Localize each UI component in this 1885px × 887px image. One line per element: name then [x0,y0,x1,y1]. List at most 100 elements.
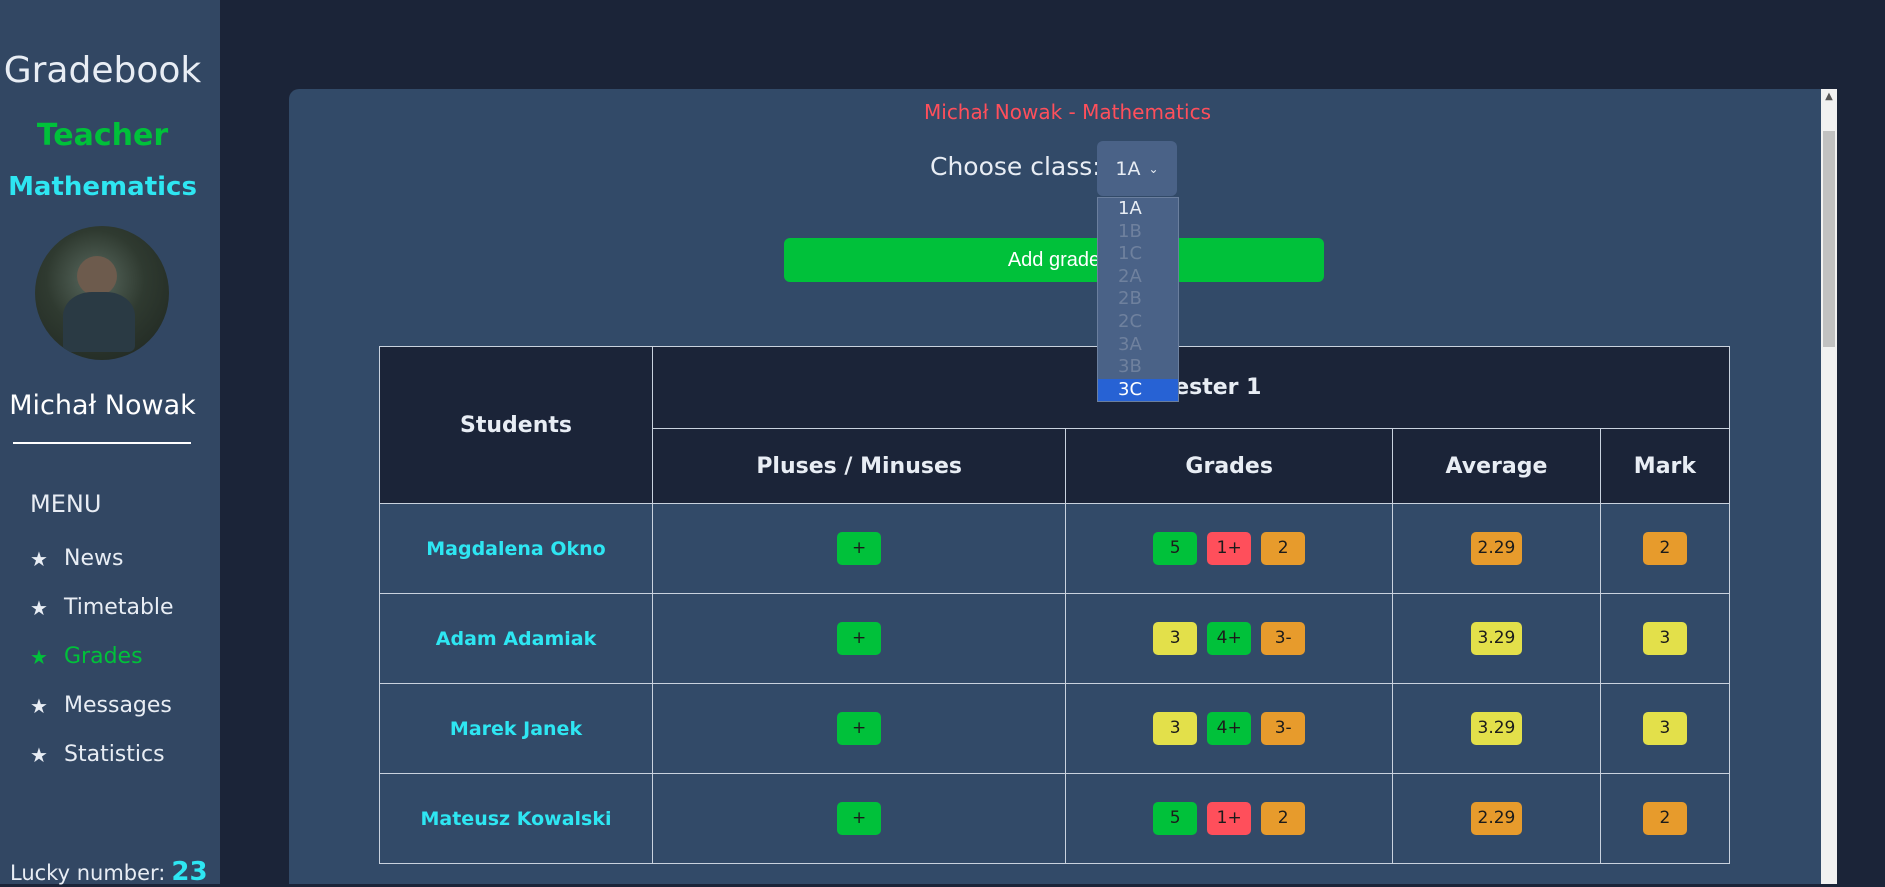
avatar-body [63,292,135,352]
sidebar-item-messages[interactable]: ★ Messages [30,681,174,730]
avatar [35,226,169,360]
add-grade-button[interactable]: Add grade [784,238,1324,282]
student-name[interactable]: Mateusz Kowalski [379,773,653,864]
page-header: Michał Nowak - Mathematics [924,100,1211,124]
plus-badge[interactable]: + [837,802,882,835]
column-header-average: Average [1392,428,1601,504]
grade-badge[interactable]: 4+ [1207,622,1252,655]
average-badge: 3.29 [1470,622,1523,655]
grades-cell: 3 4+ 3- [1065,593,1394,684]
sidebar: Gradebook Teacher Mathematics Michał Now… [0,0,220,887]
user-role: Teacher [36,118,169,153]
mark-badge[interactable]: 3 [1642,712,1687,745]
grade-badge[interactable]: 1+ [1207,532,1252,565]
grade-badge[interactable]: 3- [1261,622,1306,655]
mark-cell: 2 [1599,503,1731,594]
divider [13,442,191,444]
sidebar-item-news[interactable]: ★ News [30,534,174,583]
plus-badge[interactable]: + [837,532,882,565]
sidebar-item-label: Messages [64,693,172,718]
class-option[interactable]: 2A [1098,266,1178,289]
grade-badge[interactable]: 3 [1153,622,1198,655]
sidebar-item-timetable[interactable]: ★ Timetable [30,583,174,632]
class-option[interactable]: 1A [1098,198,1178,221]
app-title: Gradebook [3,50,202,91]
average-cell: 3.29 [1392,683,1601,774]
star-icon: ★ [30,693,48,718]
semester-header: Semester 1 [652,346,1730,429]
grade-badge[interactable]: 3 [1153,712,1198,745]
star-icon: ★ [30,644,48,669]
scrollbar-thumb[interactable] [1823,131,1835,347]
average-cell: 2.29 [1392,773,1601,864]
sidebar-item-label: News [64,546,124,571]
scrollbar[interactable]: ▲ [1821,89,1837,884]
sidebar-item-label: Timetable [64,595,174,620]
star-icon: ★ [30,595,48,620]
class-option[interactable]: 1B [1098,221,1178,244]
class-select-value: 1A [1115,157,1141,180]
sidebar-item-label: Statistics [64,742,165,767]
column-header-mark: Mark [1599,428,1731,504]
class-select[interactable]: 1A ⌄ [1097,141,1177,196]
grade-badge[interactable]: 5 [1153,532,1198,565]
class-option[interactable]: 1C [1098,243,1178,266]
plus-badge[interactable]: + [837,622,882,655]
table-row: Mateusz Kowalski + 5 1+ 2 2.29 2 [379,773,1731,864]
class-dropdown: 1A 1B 1C 2A 2B 2C 3A 3B 3C [1097,197,1179,403]
grade-badge[interactable]: 2 [1261,532,1306,565]
lucky-number-label: Lucky number: [10,861,166,885]
table-row: Marek Janek + 3 4+ 3- 3.29 3 [379,683,1731,774]
column-header-pluses: Pluses / Minuses [651,428,1067,504]
average-badge: 3.29 [1470,712,1523,745]
plus-badge[interactable]: + [837,712,882,745]
grades-table: Students Semester 1 Pluses / Minuses Gra… [379,346,1731,864]
students-header: Students [379,346,653,504]
lucky-number: Lucky number: 23 [10,857,208,887]
student-name[interactable]: Magdalena Okno [379,503,653,594]
grade-badge[interactable]: 1+ [1207,802,1252,835]
grade-badge[interactable]: 3- [1261,712,1306,745]
pluses-cell: + [651,773,1067,864]
pluses-cell: + [651,503,1067,594]
mark-cell: 2 [1599,773,1731,864]
class-option-highlighted[interactable]: 3C [1098,378,1178,402]
sidebar-item-label: Grades [64,644,143,669]
mark-badge[interactable]: 3 [1642,622,1687,655]
avatar-head [77,256,117,296]
average-cell: 2.29 [1392,503,1601,594]
average-badge: 2.29 [1470,802,1523,835]
user-name: Michał Nowak [9,390,196,421]
average-cell: 3.29 [1392,593,1601,684]
mark-badge[interactable]: 2 [1642,532,1687,565]
class-option[interactable]: 3B [1098,356,1178,379]
mark-cell: 3 [1599,593,1731,684]
lucky-number-value: 23 [171,857,208,887]
chevron-down-icon: ⌄ [1148,161,1159,176]
sidebar-menu: ★ News ★ Timetable ★ Grades ★ Messages ★… [30,534,174,779]
sidebar-item-statistics[interactable]: ★ Statistics [30,730,174,779]
student-name[interactable]: Adam Adamiak [379,593,653,684]
scroll-up-icon[interactable]: ▲ [1821,89,1837,105]
class-option[interactable]: 2C [1098,311,1178,334]
grades-cell: 5 1+ 2 [1065,773,1394,864]
pluses-cell: + [651,683,1067,774]
grades-cell: 5 1+ 2 [1065,503,1394,594]
pluses-cell: + [651,593,1067,684]
grades-cell: 3 4+ 3- [1065,683,1394,774]
grade-badge[interactable]: 5 [1153,802,1198,835]
star-icon: ★ [30,546,48,571]
grade-badge[interactable]: 4+ [1207,712,1252,745]
grade-badge[interactable]: 2 [1261,802,1306,835]
class-option[interactable]: 2B [1098,288,1178,311]
mark-cell: 3 [1599,683,1731,774]
table-row: Adam Adamiak + 3 4+ 3- 3.29 3 [379,593,1731,684]
star-icon: ★ [30,742,48,767]
student-name[interactable]: Marek Janek [379,683,653,774]
average-badge: 2.29 [1470,532,1523,565]
user-subject: Mathematics [8,172,197,202]
column-header-grades: Grades [1065,428,1394,504]
mark-badge[interactable]: 2 [1642,802,1687,835]
sidebar-item-grades[interactable]: ★ Grades [30,632,174,681]
class-option[interactable]: 3A [1098,334,1178,357]
